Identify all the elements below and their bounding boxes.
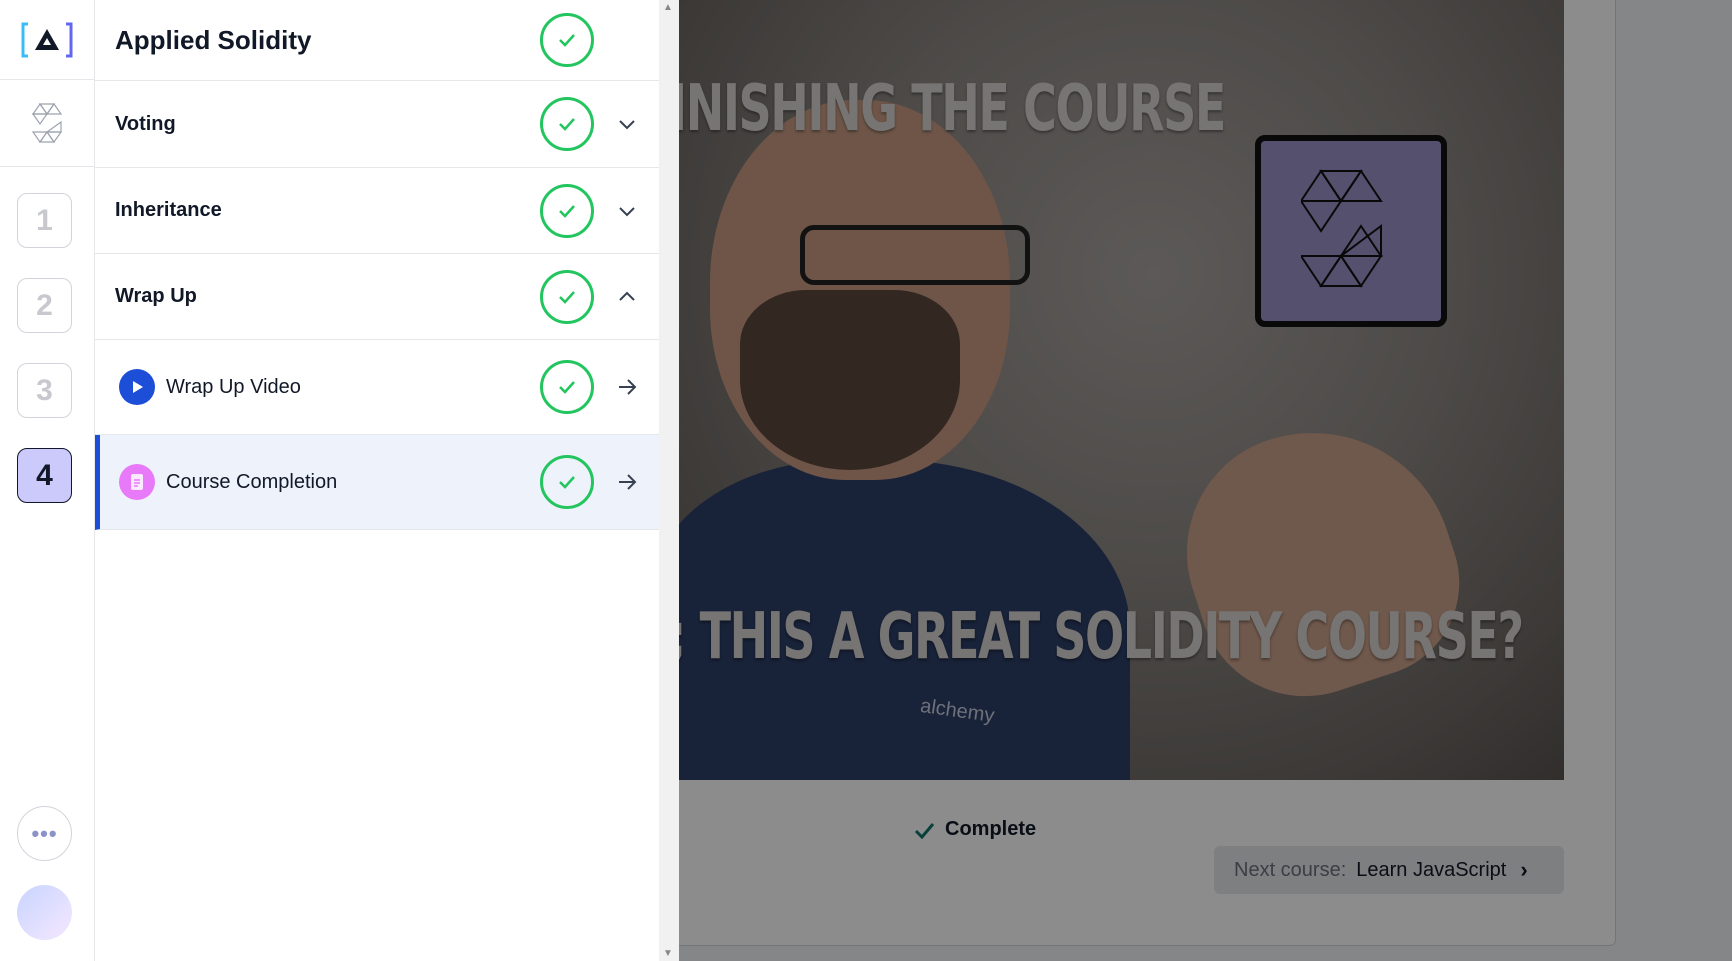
user-avatar[interactable] — [17, 885, 72, 940]
lesson-title: Wrap Up Video — [166, 375, 301, 398]
lesson-title: Course Completion — [166, 470, 338, 493]
chapter-2-button[interactable]: 2 — [17, 278, 72, 333]
completed-check-icon — [540, 183, 594, 238]
chevron-up-icon[interactable] — [615, 285, 639, 309]
chapter-3-button[interactable]: 3 — [17, 363, 72, 418]
lesson-wrap-up-video[interactable]: Wrap Up Video — [95, 340, 659, 435]
lesson-course-completion[interactable]: Course Completion — [95, 435, 659, 530]
course-title: Applied Solidity — [115, 24, 312, 55]
play-icon — [119, 369, 155, 405]
course-header: Applied Solidity — [95, 0, 659, 81]
chevron-down-icon[interactable] — [615, 112, 639, 136]
panel-scrollbar[interactable]: ▲ ▼ — [659, 0, 679, 961]
completed-check-icon — [540, 455, 594, 509]
section-title: Wrap Up — [115, 285, 197, 307]
alchemy-bracket-logo — [21, 22, 73, 57]
chevron-down-icon[interactable] — [615, 199, 639, 223]
completed-check-icon — [540, 269, 594, 324]
icon-rail: 1 2 3 4 ••• — [0, 0, 95, 961]
section-inheritance[interactable]: Inheritance — [95, 168, 659, 254]
section-wrap-up[interactable]: Wrap Up — [95, 254, 659, 340]
completed-check-icon — [540, 360, 594, 414]
completed-check-icon — [540, 97, 594, 151]
ellipsis-icon[interactable]: ••• — [17, 806, 72, 861]
course-icon-tab[interactable] — [0, 80, 94, 167]
chapter-4-button[interactable]: 4 — [17, 448, 72, 503]
course-panel: Applied Solidity Voting Inheritance Wrap… — [95, 0, 659, 961]
solidity-icon — [32, 102, 62, 144]
chapter-1-button[interactable]: 1 — [17, 193, 72, 248]
arrow-right-icon[interactable] — [615, 375, 639, 399]
scroll-down-icon[interactable]: ▼ — [663, 948, 673, 959]
section-title: Inheritance — [115, 199, 222, 221]
completed-check-icon — [540, 13, 594, 67]
arrow-right-icon[interactable] — [615, 470, 639, 494]
section-voting[interactable]: Voting — [95, 81, 659, 168]
alchemy-logo[interactable] — [0, 0, 94, 80]
scroll-up-icon[interactable]: ▲ — [663, 2, 673, 13]
document-icon — [119, 464, 155, 500]
section-title: Voting — [115, 112, 176, 135]
